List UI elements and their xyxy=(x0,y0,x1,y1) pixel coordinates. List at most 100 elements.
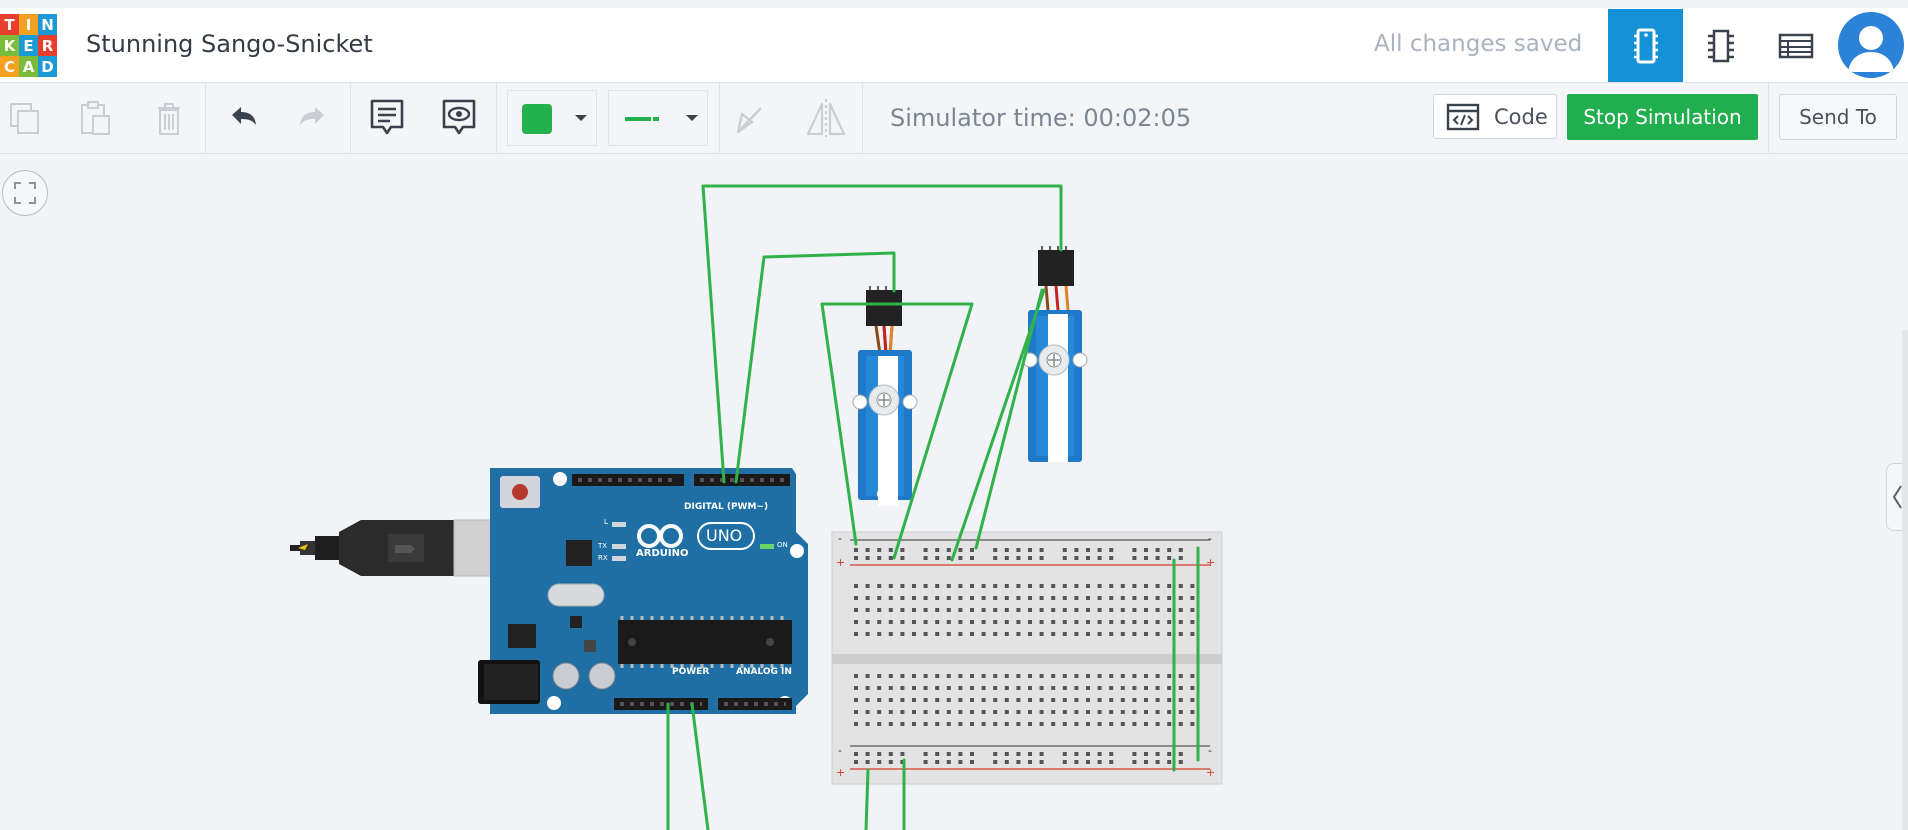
breadboard-hole xyxy=(958,710,963,714)
breadboard-hole xyxy=(1155,698,1160,702)
breadboard-hole xyxy=(1167,698,1172,702)
breadboard-hole xyxy=(1086,632,1090,636)
breadboard-hole xyxy=(981,596,986,600)
breadboard-hole xyxy=(854,608,858,612)
on-led-label: ON xyxy=(777,541,788,549)
breadboard-hole xyxy=(865,686,870,690)
breadboard-hole xyxy=(1132,596,1137,600)
breadboard-hole xyxy=(923,752,928,756)
breadboard-hole xyxy=(1144,608,1148,612)
breadboard-hole xyxy=(888,760,893,764)
breadboard-hole xyxy=(1178,596,1183,600)
breadboard-hole xyxy=(981,584,986,588)
servo-right[interactable] xyxy=(1022,246,1088,462)
breadboard-hole xyxy=(1178,760,1183,764)
breadboard-hole xyxy=(970,674,974,678)
breadboard-hole xyxy=(958,548,963,552)
breadboard-hole xyxy=(958,674,963,678)
breadboard-hole xyxy=(1039,620,1044,624)
breadboard-hole xyxy=(912,596,916,600)
breadboard-hole xyxy=(1167,620,1172,624)
breadboard-hole xyxy=(935,596,940,600)
breadboard-hole xyxy=(958,752,963,756)
breadboard-hole xyxy=(946,556,951,560)
breadboard-hole xyxy=(923,686,928,690)
breadboard-hole xyxy=(923,608,928,612)
digital-pins-label: DIGITAL (PWM~) xyxy=(684,502,769,512)
breadboard-hole xyxy=(1155,710,1160,714)
breadboard-hole xyxy=(1167,686,1172,690)
breadboard-hole xyxy=(900,596,905,600)
breadboard-hole xyxy=(946,584,951,588)
breadboard-hole xyxy=(1190,620,1195,624)
breadboard-hole xyxy=(923,584,928,588)
breadboard-hole xyxy=(877,710,882,714)
breadboard-hole xyxy=(1074,608,1079,612)
breadboard-hole xyxy=(981,722,986,726)
breadboard-hole xyxy=(935,752,940,756)
breadboard-hole xyxy=(1016,548,1021,552)
breadboard-hole xyxy=(1120,584,1125,588)
breadboard-hole xyxy=(854,548,858,552)
breadboard-hole xyxy=(1062,584,1067,588)
breadboard-hole xyxy=(1155,632,1160,636)
breadboard-hole xyxy=(888,596,893,600)
canvas-scrollbar[interactable] xyxy=(1902,330,1908,830)
breadboard-hole xyxy=(1167,752,1172,756)
breadboard-hole xyxy=(1178,710,1183,714)
breadboard-hole xyxy=(993,760,998,764)
breadboard-plus-top-left: + xyxy=(836,556,846,569)
breadboard-hole xyxy=(1109,710,1114,714)
breadboard-hole xyxy=(1039,674,1044,678)
breadboard-hole xyxy=(958,698,963,702)
breadboard-hole xyxy=(1062,620,1067,624)
breadboard-hole xyxy=(1109,584,1114,588)
breadboard-hole xyxy=(1132,698,1137,702)
breadboard-hole xyxy=(888,620,893,624)
breadboard-hole xyxy=(1039,632,1044,636)
breadboard-hole xyxy=(865,710,870,714)
breadboard-hole xyxy=(993,674,998,678)
servo-left[interactable] xyxy=(852,286,918,506)
breadboard[interactable] xyxy=(831,531,1223,785)
breadboard-hole xyxy=(1016,686,1021,690)
breadboard-hole xyxy=(877,548,882,552)
breadboard-hole xyxy=(877,686,882,690)
breadboard-hole xyxy=(970,548,974,552)
breadboard-hole xyxy=(958,556,963,560)
breadboard-hole xyxy=(877,674,882,678)
breadboard-hole xyxy=(912,620,916,624)
breadboard-hole xyxy=(1086,760,1090,764)
breadboard-hole xyxy=(1109,752,1114,756)
breadboard-minus-bottom-right: - xyxy=(1208,744,1212,757)
breadboard-hole xyxy=(1109,548,1114,552)
breadboard-hole xyxy=(1155,596,1160,600)
breadboard-hole xyxy=(1074,752,1079,756)
breadboard-hole xyxy=(958,686,963,690)
breadboard-hole xyxy=(1144,596,1148,600)
breadboard-hole xyxy=(1016,620,1021,624)
breadboard-hole xyxy=(935,620,940,624)
breadboard-hole xyxy=(1086,698,1090,702)
breadboard-hole xyxy=(854,760,858,764)
breadboard-hole xyxy=(958,608,963,612)
breadboard-hole xyxy=(946,752,951,756)
breadboard-hole xyxy=(1132,674,1137,678)
breadboard-hole xyxy=(1120,620,1125,624)
breadboard-hole xyxy=(1074,620,1079,624)
breadboard-hole xyxy=(1004,548,1009,552)
breadboard-hole xyxy=(958,722,963,726)
breadboard-hole xyxy=(1062,556,1067,560)
breadboard-hole xyxy=(1167,596,1172,600)
breadboard-hole xyxy=(865,608,870,612)
breadboard-hole xyxy=(1144,760,1148,764)
breadboard-hole xyxy=(1144,548,1148,552)
breadboard-hole xyxy=(854,584,858,588)
breadboard-hole xyxy=(1028,556,1032,560)
breadboard-hole xyxy=(1109,632,1114,636)
breadboard-hole xyxy=(970,596,974,600)
breadboard-hole xyxy=(865,698,870,702)
breadboard-hole xyxy=(993,722,998,726)
breadboard-hole xyxy=(1062,596,1067,600)
breadboard-hole xyxy=(1109,760,1114,764)
